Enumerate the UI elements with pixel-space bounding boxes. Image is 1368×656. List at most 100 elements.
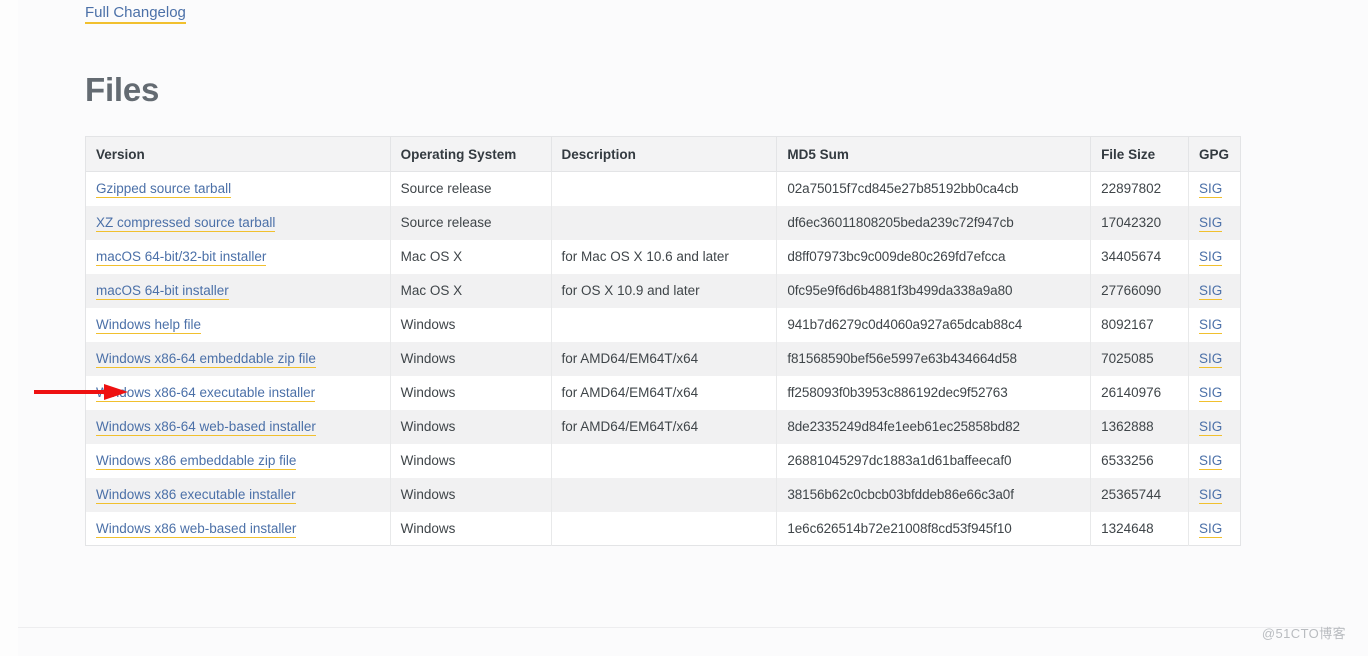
- gpg-sig-link[interactable]: SIG: [1198, 351, 1223, 368]
- version-download-link[interactable]: Windows help file: [96, 317, 202, 334]
- table-body: Gzipped source tarball Source release 02a7…: [85, 171, 1241, 546]
- gpg-sig-link[interactable]: SIG: [1198, 181, 1223, 199]
- version-download-link[interactable]: XZ compressed source tarball: [96, 215, 276, 232]
- cell-version: Windows x86 executable installer: [85, 477, 391, 512]
- cell-md5-sum: 26881045297dc1883a1d61baffeecaf0: [776, 443, 1092, 478]
- version-download-link[interactable]: Gzipped source tarball: [96, 181, 232, 199]
- cell-md5-sum: 8de2335249d84fe1eeb61ec25858bd82: [776, 409, 1092, 444]
- cell-description: [551, 171, 778, 206]
- version-download-link[interactable]: macOS 64-bit/32-bit installer: [96, 249, 267, 266]
- cell-gpg: SIG: [1188, 308, 1240, 342]
- table-row: Windows x86-64 embeddable zip file Window…: [85, 341, 1241, 376]
- cell-description: [551, 205, 778, 240]
- page-content: Full Changelog Files Version Operating S…: [85, 0, 1265, 546]
- version-download-link[interactable]: Windows x86 web-based installer: [96, 520, 297, 538]
- cell-description: [551, 307, 778, 342]
- cell-description: for AMD64/EM64T/x64: [551, 375, 778, 410]
- cell-description: for OS X 10.9 and later: [551, 273, 778, 308]
- cell-gpg: SIG: [1188, 206, 1240, 240]
- cell-file-size: 25365744: [1090, 477, 1189, 512]
- cell-md5-sum: 941b7d6279c0d4060a927a65dcab88c4: [776, 307, 1092, 342]
- table-header: Version Operating System Description MD5…: [85, 136, 1241, 172]
- cell-version: Windows x86 web-based installer: [85, 511, 391, 546]
- cell-description: [551, 443, 778, 478]
- cell-gpg: SIG: [1188, 410, 1240, 444]
- version-download-link[interactable]: Windows x86-64 embeddable zip file: [96, 351, 316, 368]
- gpg-sig-link[interactable]: SIG: [1198, 520, 1223, 538]
- cell-gpg: SIG: [1188, 342, 1240, 376]
- gpg-sig-link[interactable]: SIG: [1198, 453, 1223, 470]
- column-header-os: Operating System: [390, 136, 552, 172]
- gpg-sig-link[interactable]: SIG: [1198, 385, 1223, 402]
- table-row: Windows x86-64 executable installer Windo…: [85, 375, 1241, 410]
- cell-operating-system: Windows: [390, 375, 552, 410]
- table-row: Windows x86 executable installer Windows 3…: [85, 477, 1241, 512]
- cell-gpg: SIG: [1188, 444, 1240, 478]
- cell-gpg: SIG: [1188, 274, 1240, 308]
- column-header-version: Version: [85, 136, 391, 172]
- cell-file-size: 1362888: [1090, 409, 1189, 444]
- cell-version: macOS 64-bit/32-bit installer: [85, 239, 391, 274]
- table-row: Windows x86 embeddable zip file Windows 26…: [85, 443, 1241, 478]
- cell-description: [551, 477, 778, 512]
- cell-version: Windows x86-64 web-based installer: [85, 409, 391, 444]
- cell-version: Windows help file: [85, 307, 391, 342]
- page-title: Files: [85, 71, 160, 108]
- cell-file-size: 34405674: [1090, 239, 1189, 274]
- cell-operating-system: Mac OS X: [390, 273, 552, 308]
- cell-operating-system: Windows: [390, 511, 552, 546]
- column-header-description: Description: [551, 136, 778, 172]
- cell-md5-sum: 02a75015f7cd845e27b85192bb0ca4cb: [776, 171, 1092, 206]
- table-row: Windows x86-64 web-based installer Window…: [85, 409, 1241, 444]
- cell-description: for Mac OS X 10.6 and later: [551, 239, 778, 274]
- version-download-link[interactable]: macOS 64-bit installer: [96, 283, 229, 300]
- column-header-md5: MD5 Sum: [776, 136, 1092, 172]
- page-left-gutter: [0, 0, 18, 656]
- cell-version: XZ compressed source tarball: [85, 205, 391, 240]
- version-download-link[interactable]: Windows x86-64 web-based installer: [96, 419, 316, 436]
- gpg-sig-link[interactable]: SIG: [1198, 249, 1223, 266]
- cell-operating-system: Windows: [390, 341, 552, 376]
- cell-file-size: 6533256: [1090, 443, 1189, 478]
- cell-md5-sum: 0fc95e9f6d6b4881f3b499da338a9a80: [776, 273, 1092, 308]
- gpg-sig-link[interactable]: SIG: [1198, 317, 1223, 334]
- gpg-sig-link[interactable]: SIG: [1198, 283, 1223, 300]
- cell-md5-sum: d8ff07973bc9c009de80c269fd7efcca: [776, 239, 1092, 274]
- version-download-link[interactable]: Windows x86 executable installer: [96, 487, 296, 504]
- cell-operating-system: Windows: [390, 409, 552, 444]
- table-header-row: Version Operating System Description MD5…: [85, 136, 1241, 172]
- gpg-sig-link[interactable]: SIG: [1198, 215, 1223, 232]
- version-download-link[interactable]: Windows x86-64 executable installer: [96, 385, 316, 402]
- cell-md5-sum: 1e6c626514b72e21008f8cd53f945f10: [776, 511, 1092, 546]
- cell-operating-system: Source release: [390, 205, 552, 240]
- cell-file-size: 17042320: [1090, 205, 1189, 240]
- table-row: XZ compressed source tarball Source relea…: [85, 205, 1241, 240]
- cell-gpg: SIG: [1188, 172, 1240, 206]
- table-row: Windows help file Windows 941b7d6279c0d406…: [85, 307, 1241, 342]
- cell-file-size: 22897802: [1090, 171, 1189, 206]
- table-row: Windows x86 web-based installer Windows 1e…: [85, 511, 1241, 546]
- cell-description: for AMD64/EM64T/x64: [551, 409, 778, 444]
- column-header-gpg: GPG: [1188, 136, 1241, 172]
- cell-operating-system: Windows: [390, 443, 552, 478]
- cell-version: Gzipped source tarball: [85, 171, 391, 206]
- cell-description: for AMD64/EM64T/x64: [551, 341, 778, 376]
- cell-version: Windows x86 embeddable zip file: [85, 443, 391, 478]
- gpg-sig-link[interactable]: SIG: [1198, 419, 1223, 436]
- cell-operating-system: Windows: [390, 477, 552, 512]
- cell-md5-sum: ff258093f0b3953c886192dec9f52763: [776, 375, 1092, 410]
- cell-description: [551, 511, 778, 546]
- cell-file-size: 7025085: [1090, 341, 1189, 376]
- version-download-link[interactable]: Windows x86 embeddable zip file: [96, 453, 297, 470]
- cell-md5-sum: df6ec36011808205beda239c72f947cb: [776, 205, 1092, 240]
- full-changelog-link[interactable]: Full Changelog: [85, 3, 186, 24]
- gpg-sig-link[interactable]: SIG: [1198, 487, 1223, 504]
- cell-md5-sum: f81568590bef56e5997e63b434664d58: [776, 341, 1092, 376]
- cell-version: Windows x86-64 embeddable zip file: [85, 341, 391, 376]
- page-root: Full Changelog Files Version Operating S…: [0, 0, 1368, 656]
- cell-file-size: 26140976: [1090, 375, 1189, 410]
- footer-divider: [18, 627, 1344, 628]
- table-row: macOS 64-bit/32-bit installer Mac OS Xfor…: [85, 239, 1241, 274]
- cell-file-size: 8092167: [1090, 307, 1189, 342]
- table-row: macOS 64-bit installer Mac OS Xfor OS X 1…: [85, 273, 1241, 308]
